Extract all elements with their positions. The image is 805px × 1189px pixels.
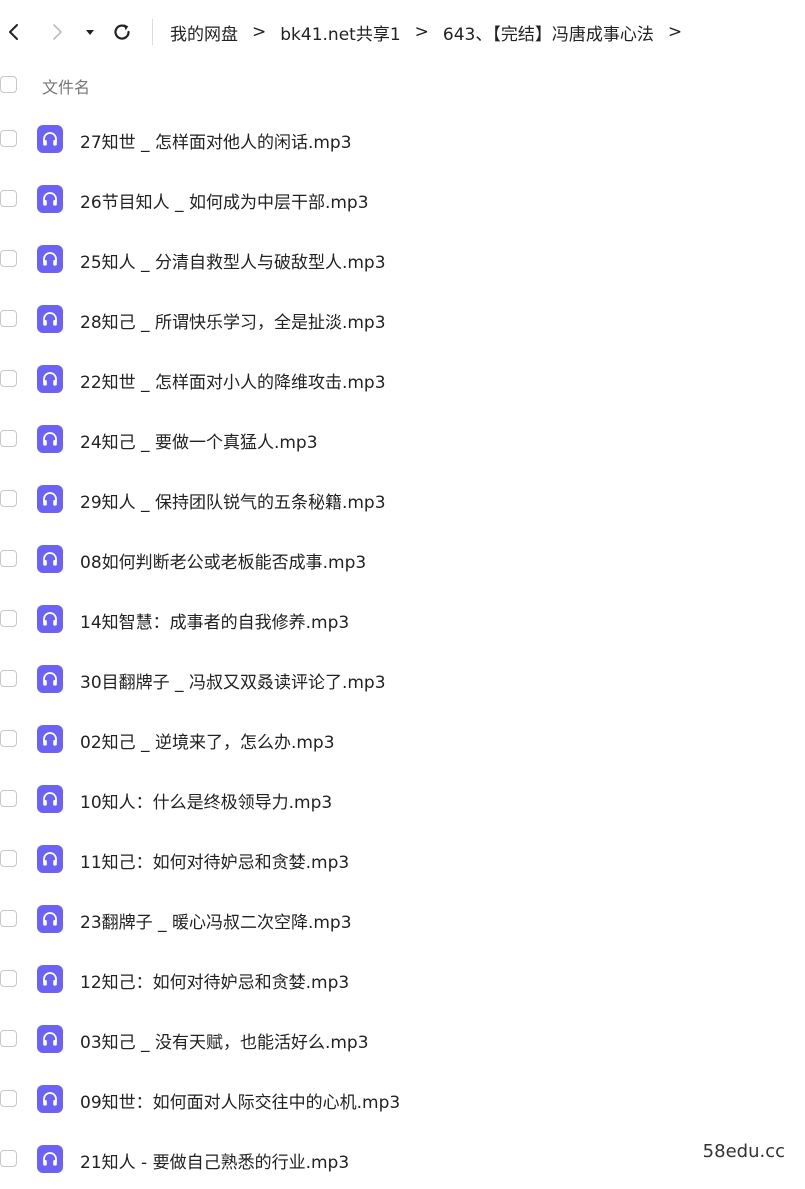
file-name[interactable]: 24知己 _ 要做一个真猛人.mp3: [80, 428, 318, 453]
forward-button[interactable]: [43, 18, 71, 46]
watermark: 58edu.cc: [703, 1141, 785, 1162]
file-checkbox[interactable]: [0, 670, 17, 687]
file-name[interactable]: 11知己：如何对待妒忌和贪婪.mp3: [80, 848, 349, 873]
file-name[interactable]: 28知己 _ 所谓快乐学习，全是扯淡.mp3: [80, 308, 386, 333]
headphones-icon: [37, 1025, 63, 1053]
file-row[interactable]: 23翻牌子 _ 暖心冯叔二次空降.mp3: [0, 889, 805, 949]
headphones-icon: [37, 365, 63, 393]
file-row[interactable]: 21知人 - 要做自己熟悉的行业.mp3: [0, 1129, 805, 1189]
file-name[interactable]: 29知人 _ 保持团队锐气的五条秘籍.mp3: [80, 488, 386, 513]
file-checkbox[interactable]: [0, 610, 17, 627]
file-name[interactable]: 21知人 - 要做自己熟悉的行业.mp3: [80, 1148, 349, 1173]
refresh-icon: [111, 21, 133, 43]
headphones-icon: [37, 245, 63, 273]
back-button[interactable]: [0, 18, 28, 46]
toolbar: 我的网盘 > bk41.net共享1 > 643、【完结】冯唐成事心法 >: [0, 0, 805, 64]
select-all-checkbox[interactable]: [0, 76, 17, 93]
file-checkbox[interactable]: [0, 970, 17, 987]
headphones-icon: [37, 605, 63, 633]
file-row[interactable]: 27知世 _ 怎样面对他人的闲话.mp3: [0, 109, 805, 169]
file-row[interactable]: 25知人 _ 分清自救型人与破敌型人.mp3: [0, 229, 805, 289]
headphones-icon: [37, 1085, 63, 1113]
file-checkbox[interactable]: [0, 190, 17, 207]
file-row[interactable]: 11知己：如何对待妒忌和贪婪.mp3: [0, 829, 805, 889]
file-row[interactable]: 22知世 _ 怎样面对小人的降维攻击.mp3: [0, 349, 805, 409]
file-checkbox[interactable]: [0, 1090, 17, 1107]
caret-down-icon: [84, 26, 96, 38]
headphones-icon: [37, 725, 63, 753]
file-checkbox[interactable]: [0, 370, 17, 387]
file-checkbox[interactable]: [0, 1030, 17, 1047]
headphones-icon: [37, 845, 63, 873]
file-checkbox[interactable]: [0, 1150, 17, 1167]
list-header: 文件名: [0, 66, 805, 104]
file-row[interactable]: 10知人：什么是终极领导力.mp3: [0, 769, 805, 829]
headphones-icon: [37, 965, 63, 993]
file-row[interactable]: 24知己 _ 要做一个真猛人.mp3: [0, 409, 805, 469]
file-checkbox[interactable]: [0, 310, 17, 327]
file-row[interactable]: 28知己 _ 所谓快乐学习，全是扯淡.mp3: [0, 289, 805, 349]
file-checkbox[interactable]: [0, 730, 17, 747]
headphones-icon: [37, 425, 63, 453]
file-name[interactable]: 23翻牌子 _ 暖心冯叔二次空降.mp3: [80, 908, 352, 933]
breadcrumb-separator: >: [668, 22, 682, 42]
headphones-icon: [37, 545, 63, 573]
history-dropdown-button[interactable]: [78, 18, 102, 46]
file-name[interactable]: 02知己 _ 逆境来了，怎么办.mp3: [80, 728, 335, 753]
file-name[interactable]: 12知己：如何对待妒忌和贪婪.mp3: [80, 968, 349, 993]
file-row[interactable]: 08如何判断老公或老板能否成事.mp3: [0, 529, 805, 589]
headphones-icon: [37, 785, 63, 813]
file-row[interactable]: 02知己 _ 逆境来了，怎么办.mp3: [0, 709, 805, 769]
file-checkbox[interactable]: [0, 250, 17, 267]
toolbar-divider: [152, 19, 153, 45]
file-name[interactable]: 25知人 _ 分清自救型人与破敌型人.mp3: [80, 248, 386, 273]
file-row[interactable]: 30目翻牌子 _ 冯叔又双叒读评论了.mp3: [0, 649, 805, 709]
file-name[interactable]: 09知世：如何面对人际交往中的心机.mp3: [80, 1088, 400, 1113]
file-name[interactable]: 03知己 _ 没有天赋，也能活好么.mp3: [80, 1028, 369, 1053]
column-header-filename[interactable]: 文件名: [42, 74, 90, 98]
file-row[interactable]: 26节目知人 _ 如何成为中层干部.mp3: [0, 169, 805, 229]
file-checkbox[interactable]: [0, 910, 17, 927]
file-name[interactable]: 10知人：什么是终极领导力.mp3: [80, 788, 332, 813]
headphones-icon: [37, 665, 63, 693]
file-name[interactable]: 08如何判断老公或老板能否成事.mp3: [80, 548, 366, 573]
file-checkbox[interactable]: [0, 550, 17, 567]
file-name[interactable]: 22知世 _ 怎样面对小人的降维攻击.mp3: [80, 368, 386, 393]
breadcrumb-item-share[interactable]: bk41.net共享1: [280, 20, 400, 45]
headphones-icon: [37, 905, 63, 933]
headphones-icon: [37, 1145, 63, 1173]
file-name[interactable]: 14知智慧：成事者的自我修养.mp3: [80, 608, 349, 633]
file-list: 27知世 _ 怎样面对他人的闲话.mp3 26节目知人 _ 如何成为中层干部.mp…: [0, 109, 805, 1189]
file-checkbox[interactable]: [0, 850, 17, 867]
file-checkbox[interactable]: [0, 790, 17, 807]
file-row[interactable]: 14知智慧：成事者的自我修养.mp3: [0, 589, 805, 649]
chevron-left-icon: [4, 22, 24, 42]
file-row[interactable]: 12知己：如何对待妒忌和贪婪.mp3: [0, 949, 805, 1009]
headphones-icon: [37, 185, 63, 213]
headphones-icon: [37, 485, 63, 513]
file-row[interactable]: 29知人 _ 保持团队锐气的五条秘籍.mp3: [0, 469, 805, 529]
breadcrumb-separator: >: [252, 22, 266, 42]
file-checkbox[interactable]: [0, 490, 17, 507]
breadcrumb-separator: >: [415, 22, 429, 42]
headphones-icon: [37, 125, 63, 153]
file-checkbox[interactable]: [0, 130, 17, 147]
chevron-right-icon: [47, 22, 67, 42]
breadcrumb-item-folder[interactable]: 643、【完结】冯唐成事心法: [443, 20, 654, 45]
file-row[interactable]: 03知己 _ 没有天赋，也能活好么.mp3: [0, 1009, 805, 1069]
file-row[interactable]: 09知世：如何面对人际交往中的心机.mp3: [0, 1069, 805, 1129]
file-name[interactable]: 26节目知人 _ 如何成为中层干部.mp3: [80, 188, 369, 213]
breadcrumb-item-root[interactable]: 我的网盘: [170, 20, 238, 45]
file-name[interactable]: 30目翻牌子 _ 冯叔又双叒读评论了.mp3: [80, 668, 386, 693]
file-checkbox[interactable]: [0, 430, 17, 447]
headphones-icon: [37, 305, 63, 333]
breadcrumb: 我的网盘 > bk41.net共享1 > 643、【完结】冯唐成事心法 >: [170, 18, 696, 46]
file-name[interactable]: 27知世 _ 怎样面对他人的闲话.mp3: [80, 128, 352, 153]
refresh-button[interactable]: [108, 18, 136, 46]
